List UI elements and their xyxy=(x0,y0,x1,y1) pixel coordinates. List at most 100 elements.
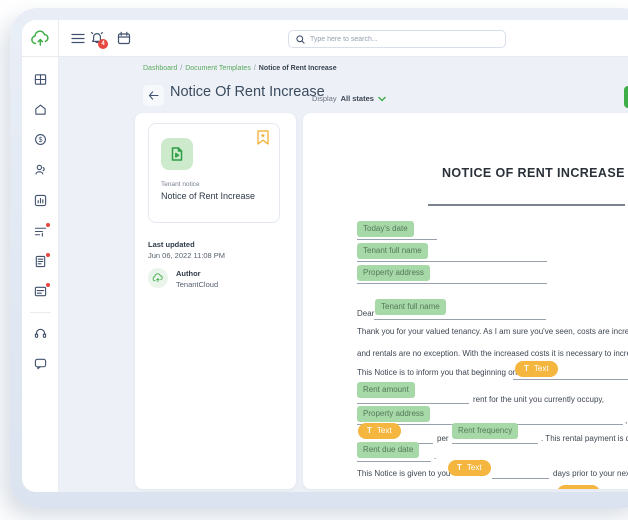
headset-icon xyxy=(34,327,47,340)
field-tag-property-address[interactable]: Property address xyxy=(357,406,430,422)
home-icon xyxy=(34,103,47,116)
blank-line xyxy=(452,443,538,444)
last-updated-value: Jun 06, 2022 11:08 PM xyxy=(148,251,225,260)
author-avatar xyxy=(148,268,168,288)
dashboard-grid-icon xyxy=(34,73,47,86)
text-tool-tag[interactable]: T Text xyxy=(448,460,491,476)
people-icon xyxy=(34,163,47,176)
sliders-icon xyxy=(34,225,47,238)
body-line: Thank you for your valued tenancy. As I … xyxy=(357,327,628,336)
sidebar: $ xyxy=(22,57,59,492)
sidebar-item-home[interactable] xyxy=(34,103,47,116)
body-line: . This rental payment is due xyxy=(541,434,628,443)
bookmark-star-icon[interactable]: ★ xyxy=(257,130,269,145)
back-button[interactable] xyxy=(143,85,164,106)
sidebar-item-feedback[interactable] xyxy=(34,357,47,370)
notification-dot xyxy=(46,223,50,227)
chevron-down-icon xyxy=(378,96,386,102)
body-line: rent for the unit you currently occupy, xyxy=(473,395,604,404)
sidebar-item-support[interactable] xyxy=(34,327,47,340)
text-tool-tag[interactable]: T Text xyxy=(515,361,558,377)
menu-hamburger-icon[interactable] xyxy=(71,33,85,44)
sidebar-item-payments[interactable]: $ xyxy=(34,133,47,146)
body-line: and rentals are no exception. With the i… xyxy=(357,349,628,358)
body-line: This Notice is given to you xyxy=(357,469,450,478)
template-file-icon xyxy=(169,146,185,162)
text-tool-label: Text xyxy=(467,463,482,472)
notification-dot xyxy=(46,253,50,257)
calendar-icon[interactable] xyxy=(117,31,131,45)
message-card-icon xyxy=(34,285,47,298)
text-tool-label: Text xyxy=(576,488,591,489)
text-tool-icon: T xyxy=(524,364,529,373)
sidebar-item-maintenance[interactable] xyxy=(34,225,47,238)
template-category: Tenant notice xyxy=(161,181,200,188)
field-tag-rent-frequency[interactable]: Rent frequency xyxy=(452,423,518,439)
document-preview-panel: NOTICE OF RENT INCREASE Today's date Ten… xyxy=(303,113,628,489)
text-tool-icon: T xyxy=(367,426,372,435)
primary-action-button[interactable] xyxy=(624,86,628,108)
page-title: Notice Of Rent Increase xyxy=(170,84,325,100)
field-tag-tenant-full-name[interactable]: Tenant full name xyxy=(357,243,428,259)
text-tool-icon: T xyxy=(566,488,571,489)
display-value: All states xyxy=(341,94,374,103)
document-heading: NOTICE OF RENT INCREASE xyxy=(442,166,625,180)
sidebar-item-contacts[interactable] xyxy=(34,163,47,176)
text-tool-icon: T xyxy=(457,463,462,472)
blank-line xyxy=(357,461,431,462)
dollar-circle-icon: $ xyxy=(34,133,47,146)
blank-line xyxy=(357,239,437,240)
text-tool-label: Text xyxy=(534,364,549,373)
logo-cell xyxy=(22,20,59,57)
field-tag-tenant-full-name[interactable]: Tenant full name xyxy=(375,299,446,315)
template-type-tile xyxy=(161,138,193,170)
body-line: This Notice is to inform you that beginn… xyxy=(357,368,517,377)
template-card[interactable]: ★ Tenant notice Notice of Rent Increase xyxy=(148,123,280,223)
text-tool-tag[interactable]: T Text xyxy=(557,485,600,489)
author-label: Author xyxy=(176,269,201,278)
field-tag-todays-date[interactable]: Today's date xyxy=(357,221,414,237)
notification-dot xyxy=(46,283,50,287)
display-label: Display xyxy=(312,94,337,103)
breadcrumb-current: Notice of Rent Increase xyxy=(259,65,337,72)
search-icon xyxy=(296,35,305,44)
sidebar-divider xyxy=(30,312,51,313)
breadcrumb-document-templates[interactable]: Document Templates xyxy=(185,65,251,72)
sidebar-item-messages[interactable] xyxy=(34,285,47,298)
sidebar-item-reports[interactable] xyxy=(34,194,47,207)
svg-text:$: $ xyxy=(39,137,43,144)
author-value: TenantCloud xyxy=(176,280,218,289)
body-line: . xyxy=(434,452,436,461)
chat-bubble-icon xyxy=(34,357,47,370)
field-tag-rent-amount[interactable]: Rent amount xyxy=(357,382,415,398)
text-tool-label: Text xyxy=(377,426,392,435)
field-tag-property-address[interactable]: Property address xyxy=(357,265,430,281)
sidebar-item-documents[interactable] xyxy=(34,255,47,268)
blank-line xyxy=(357,261,547,262)
heading-underline xyxy=(428,204,625,206)
notifications-bell-icon[interactable]: 4 xyxy=(90,31,108,47)
breadcrumb-dashboard[interactable]: Dashboard xyxy=(143,65,177,72)
last-updated-label: Last updated xyxy=(148,240,195,249)
topbar: 4 xyxy=(22,20,628,57)
body-line: per xyxy=(437,434,449,443)
blank-line xyxy=(357,283,547,284)
global-search[interactable] xyxy=(288,30,506,48)
blank-line xyxy=(492,478,549,479)
notification-badge: 4 xyxy=(98,39,108,49)
sidebar-item-dashboard[interactable] xyxy=(34,73,47,86)
field-tag-rent-due-date[interactable]: Rent due date xyxy=(357,442,419,458)
search-input[interactable] xyxy=(310,36,490,43)
tenantcloud-avatar-icon xyxy=(152,273,164,283)
document-icon xyxy=(34,255,47,268)
template-name: Notice of Rent Increase xyxy=(161,191,255,201)
breadcrumb-separator: / xyxy=(254,65,256,72)
text-tool-tag[interactable]: T Text xyxy=(358,423,401,439)
breadcrumb-separator: / xyxy=(180,65,182,72)
tenantcloud-logo-icon[interactable] xyxy=(30,30,51,47)
display-filter[interactable]: Display All states xyxy=(312,94,386,103)
salutation-text: Dear xyxy=(357,309,374,318)
blank-line xyxy=(374,319,546,320)
breadcrumb: Dashboard / Document Templates / Notice … xyxy=(143,65,337,72)
main-content: Dashboard / Document Templates / Notice … xyxy=(59,57,628,492)
